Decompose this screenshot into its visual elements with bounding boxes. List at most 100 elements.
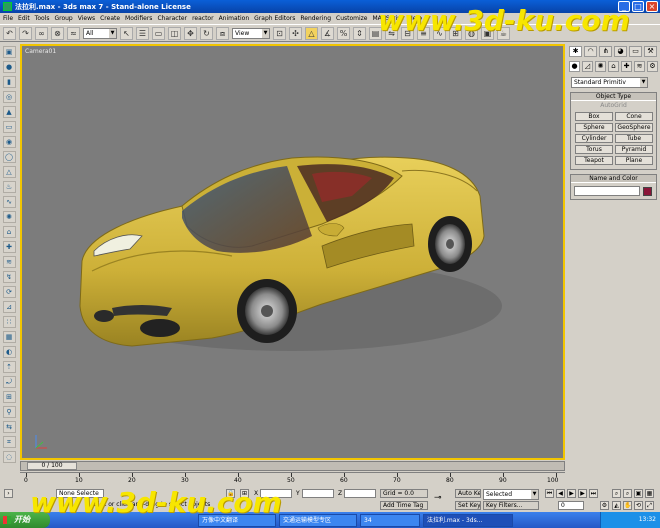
menu-tools[interactable]: Tools bbox=[35, 15, 50, 22]
menu-create[interactable]: Create bbox=[100, 15, 120, 22]
quick-render-icon[interactable]: ☕ bbox=[497, 26, 510, 40]
geosphere-button[interactable]: GeoSphere bbox=[615, 123, 653, 132]
menu-reactor[interactable]: reactor bbox=[192, 15, 214, 22]
ferrari-car-model[interactable] bbox=[22, 46, 565, 460]
zoom-extents-all-icon[interactable]: ▦ bbox=[645, 489, 654, 498]
create-teapot-icon[interactable]: ♨ bbox=[2, 181, 16, 193]
motion-tab-icon[interactable]: ◕ bbox=[614, 46, 627, 57]
zoom-extents-icon[interactable]: ▣ bbox=[634, 489, 643, 498]
goto-end-icon[interactable]: ⏭ bbox=[589, 489, 598, 498]
display-tab-icon[interactable]: ▭ bbox=[629, 46, 642, 57]
create-geosphere-icon[interactable]: ◉ bbox=[2, 136, 16, 148]
menu-help[interactable]: Help bbox=[408, 15, 422, 22]
select-rotate-icon[interactable]: ↻ bbox=[200, 26, 213, 40]
hierarchy-tab-icon[interactable]: ⋔ bbox=[599, 46, 612, 57]
pan-icon[interactable]: ✋ bbox=[623, 501, 632, 510]
unlink-icon[interactable]: ⊗ bbox=[51, 26, 64, 40]
lights-icon[interactable]: ✺ bbox=[595, 61, 606, 72]
key-mode-dropdown[interactable]: Selected ▼ bbox=[483, 489, 539, 500]
reference-coord-dropdown[interactable]: View ▼ bbox=[232, 27, 270, 39]
percent-snap-icon[interactable]: % bbox=[337, 26, 350, 40]
create-spacewarp-icon[interactable]: ≋ bbox=[2, 256, 16, 268]
taskbar-item[interactable]: 34 bbox=[360, 513, 420, 527]
spacewarps-icon[interactable]: ≋ bbox=[634, 61, 645, 72]
auto-key-button[interactable]: Auto Key bbox=[455, 489, 481, 498]
selection-filter-dropdown[interactable]: All ▼ bbox=[83, 27, 117, 39]
cylinder-button[interactable]: Cylinder bbox=[575, 134, 613, 143]
modifier-morph-icon[interactable]: ⇆ bbox=[2, 421, 16, 433]
object-color-swatch[interactable] bbox=[643, 186, 652, 196]
snap-toggle-icon[interactable]: △ bbox=[305, 26, 318, 40]
key-filters-button[interactable]: Key Filters... bbox=[483, 501, 539, 510]
geometry-icon[interactable]: ● bbox=[569, 61, 580, 72]
create-cone-icon[interactable]: ▲ bbox=[2, 106, 16, 118]
create-shape-icon[interactable]: ∿ bbox=[2, 196, 16, 208]
cameras-icon[interactable]: ⌂ bbox=[608, 61, 619, 72]
time-slider[interactable]: 0 / 100 bbox=[20, 461, 565, 471]
select-move-icon[interactable]: ✥ bbox=[184, 26, 197, 40]
modifier-bend-icon[interactable]: ↯ bbox=[2, 271, 16, 283]
minimize-button[interactable]: _ bbox=[618, 1, 630, 12]
menu-rendering[interactable]: Rendering bbox=[300, 15, 331, 22]
menu-modifiers[interactable]: Modifiers bbox=[125, 15, 152, 22]
time-config-icon[interactable]: ⚙ bbox=[600, 501, 609, 510]
create-helper-icon[interactable]: ✚ bbox=[2, 241, 16, 253]
select-manipulate-icon[interactable]: ✣ bbox=[289, 26, 302, 40]
align-icon[interactable]: ⊟ bbox=[401, 26, 414, 40]
menu-character[interactable]: Character bbox=[157, 15, 187, 22]
lock-selection-icon[interactable]: 🔒 bbox=[226, 489, 235, 498]
x-coord-field[interactable] bbox=[260, 489, 292, 498]
current-frame-field[interactable]: 0 bbox=[558, 501, 584, 510]
add-time-tag-button[interactable]: Add Time Tag bbox=[380, 501, 428, 510]
y-coord-field[interactable] bbox=[302, 489, 334, 498]
play-icon[interactable]: ▶ bbox=[567, 489, 576, 498]
prev-frame-icon[interactable]: ◀ bbox=[556, 489, 565, 498]
create-pyramid-icon[interactable]: △ bbox=[2, 166, 16, 178]
create-sphere-icon[interactable]: ● bbox=[2, 61, 16, 73]
select-object-icon[interactable]: ↖ bbox=[120, 26, 133, 40]
track-bar[interactable]: 0 10 20 30 40 50 60 70 80 90 100 bbox=[20, 472, 565, 486]
pivot-center-icon[interactable]: ⊡ bbox=[273, 26, 286, 40]
modifier-extrude-icon[interactable]: ⇡ bbox=[2, 361, 16, 373]
object-name-field[interactable] bbox=[574, 186, 640, 196]
menu-graph-editors[interactable]: Graph Editors bbox=[254, 15, 295, 22]
pyramid-button[interactable]: Pyramid bbox=[615, 145, 653, 154]
modifier-shell-icon[interactable]: ◌ bbox=[2, 451, 16, 463]
autogrid-checkbox[interactable]: AutoGrid bbox=[571, 101, 656, 110]
time-slider-thumb[interactable]: 0 / 100 bbox=[27, 462, 77, 470]
create-torus-icon[interactable]: ◎ bbox=[2, 91, 16, 103]
maxscript-listener-icon[interactable]: › bbox=[4, 489, 13, 498]
tube-button[interactable]: Tube bbox=[615, 134, 653, 143]
taskbar-item-active[interactable]: 法拉利.max - 3ds... bbox=[423, 513, 513, 527]
menu-views[interactable]: Views bbox=[78, 15, 95, 22]
create-cylinder-icon[interactable]: ▮ bbox=[2, 76, 16, 88]
field-of-view-icon[interactable]: ◭ bbox=[612, 501, 621, 510]
utilities-tab-icon[interactable]: ⚒ bbox=[644, 46, 657, 57]
shapes-icon[interactable]: ◿ bbox=[582, 61, 593, 72]
modifier-skin-icon[interactable]: ⚲ bbox=[2, 406, 16, 418]
plane-button[interactable]: Plane bbox=[615, 156, 653, 165]
sphere-button[interactable]: Sphere bbox=[575, 123, 613, 132]
layer-manager-icon[interactable]: ≡ bbox=[417, 26, 430, 40]
modifier-taper-icon[interactable]: ⊿ bbox=[2, 301, 16, 313]
modify-tab-icon[interactable]: ◠ bbox=[584, 46, 597, 57]
modifier-uvw-icon[interactable]: ⊞ bbox=[2, 391, 16, 403]
window-crossing-icon[interactable]: ◫ bbox=[168, 26, 181, 40]
helpers-icon[interactable]: ✚ bbox=[621, 61, 632, 72]
start-button[interactable]: 开始 bbox=[0, 512, 50, 528]
angle-snap-icon[interactable]: ∡ bbox=[321, 26, 334, 40]
curve-editor-icon[interactable]: ∿ bbox=[433, 26, 446, 40]
modifier-noise-icon[interactable]: ∷ bbox=[2, 316, 16, 328]
name-color-header[interactable]: Name and Color bbox=[571, 175, 656, 183]
taskbar-item[interactable]: 万像中文翻译 bbox=[198, 513, 276, 527]
goto-start-icon[interactable]: ⏮ bbox=[545, 489, 554, 498]
close-button[interactable]: × bbox=[646, 1, 658, 12]
redo-icon[interactable]: ↷ bbox=[19, 26, 32, 40]
spinner-snap-icon[interactable]: ⇕ bbox=[353, 26, 366, 40]
render-scene-icon[interactable]: ▣ bbox=[481, 26, 494, 40]
zoom-all-icon[interactable]: ⌕ bbox=[623, 489, 632, 498]
create-camera-icon[interactable]: ⌂ bbox=[2, 226, 16, 238]
maximize-button[interactable]: □ bbox=[632, 1, 644, 12]
zoom-icon[interactable]: ⌕ bbox=[612, 489, 621, 498]
camera-viewport[interactable]: Camera01 bbox=[20, 44, 565, 460]
